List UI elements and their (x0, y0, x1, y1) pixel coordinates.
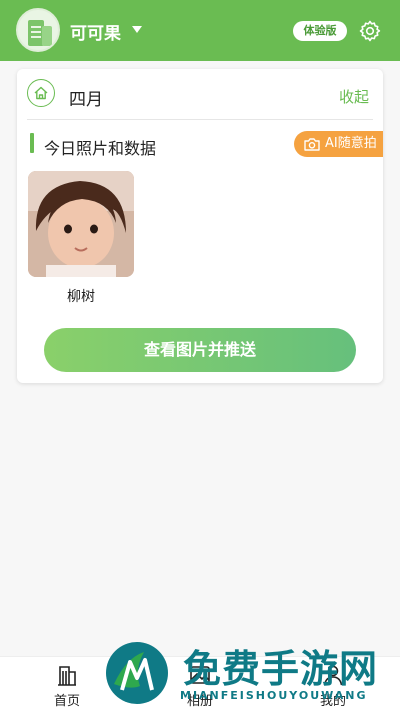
divider (27, 119, 373, 120)
photo-caption: 柳树 (67, 289, 95, 305)
watermark-subtitle: MIANFEISHOUYOUWANG (180, 689, 368, 702)
avatar-building-secondary (42, 26, 52, 46)
ai-photo-button[interactable]: AI随意拍 (294, 131, 383, 157)
avatar-line (31, 31, 41, 33)
trial-badge: 体验版 (293, 21, 347, 41)
nav-label-home: 首页 (53, 694, 80, 709)
app-header: 可可果 体验版 (0, 0, 400, 61)
home-icon (27, 79, 55, 107)
gear-icon[interactable] (358, 19, 382, 43)
chevron-down-icon[interactable] (132, 26, 142, 33)
section-title: 今日照片和数据 (44, 139, 157, 158)
month-title: 四月 (69, 90, 103, 110)
section-accent-bar (30, 133, 34, 153)
month-card: 四月 收起 今日照片和数据 AI随意拍 柳树 查看图片并推送 (17, 69, 383, 383)
nav-item-home[interactable]: 首页 (37, 657, 97, 711)
username[interactable]: 可可果 (70, 19, 121, 44)
photo-thumbnail[interactable] (28, 171, 134, 277)
ai-photo-label: AI随意拍 (325, 136, 377, 151)
avatar[interactable] (16, 8, 60, 52)
avatar-line (31, 26, 41, 28)
collapse-button[interactable]: 收起 (339, 86, 369, 107)
camera-icon (304, 138, 320, 151)
watermark-title: 免费手游网 (183, 646, 379, 691)
avatar-line (31, 36, 41, 38)
watermark-logo (106, 642, 168, 704)
view-and-push-button[interactable]: 查看图片并推送 (44, 328, 356, 372)
building-icon (58, 666, 76, 686)
